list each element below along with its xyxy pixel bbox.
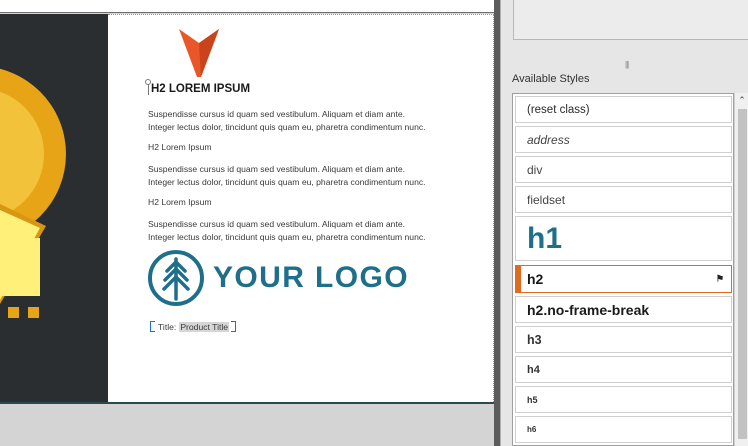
style-item-h2[interactable]: h2 ⚑ — [515, 265, 732, 293]
logo-placeholder[interactable]: YOUR LOGO — [147, 249, 409, 307]
field-bracket-right — [231, 321, 237, 332]
document-page[interactable]: H2 LOREM IPSUM Suspendisse cursus id qua… — [108, 14, 494, 402]
lightbulb-illustration-icon — [0, 68, 66, 318]
available-styles-label: Available Styles — [512, 73, 590, 85]
document-heading[interactable]: H2 LOREM IPSUM — [145, 79, 250, 95]
style-item-h1[interactable]: h1 — [515, 216, 732, 261]
field-bracket-left — [150, 321, 155, 332]
title-label: Title: — [158, 321, 177, 332]
resize-grip-icon[interactable]: ||| — [625, 60, 629, 69]
style-item-div[interactable]: div — [515, 156, 732, 183]
upper-panel — [513, 0, 748, 40]
paragraph-1[interactable]: Suspendisse cursus id quam sed vestibulu… — [148, 108, 478, 134]
styles-sidebar: ||| Available Styles (reset class) addre… — [500, 0, 748, 446]
style-item-address[interactable]: address — [515, 126, 732, 153]
arrowhead-logo-icon — [179, 29, 219, 77]
title-value[interactable]: Product Title — [179, 321, 230, 332]
paragraph-3[interactable]: Suspendisse cursus id quam sed vestibulu… — [148, 218, 478, 244]
paragraph-2[interactable]: Suspendisse cursus id quam sed vestibulu… — [148, 163, 478, 189]
style-item-h6[interactable]: h6 — [515, 416, 732, 443]
styles-list-scrollbar[interactable]: ⌃ — [734, 93, 748, 446]
app-window: H2 LOREM IPSUM Suspendisse cursus id qua… — [0, 0, 748, 446]
style-item-h4[interactable]: h4 — [515, 356, 732, 383]
design-background-panel — [0, 14, 108, 402]
editor-bottom-area — [0, 402, 494, 446]
styles-list[interactable]: (reset class) address div fieldset h1 h2… — [512, 93, 734, 446]
selection-handle[interactable] — [145, 79, 151, 85]
subheading-2[interactable]: H2 Lorem Ipsum — [148, 197, 212, 207]
style-item-reset-class[interactable]: (reset class) — [515, 96, 732, 123]
style-item-h5[interactable]: h5 — [515, 386, 732, 413]
scrollbar-thumb[interactable] — [738, 109, 747, 439]
subheading-1[interactable]: H2 Lorem Ipsum — [148, 142, 212, 152]
style-item-fieldset[interactable]: fieldset — [515, 186, 732, 213]
editor-canvas[interactable]: H2 LOREM IPSUM Suspendisse cursus id qua… — [0, 14, 494, 402]
tree-logo-icon — [148, 250, 204, 306]
scroll-up-arrow-icon[interactable]: ⌃ — [737, 95, 747, 105]
style-item-h2-no-frame-break[interactable]: h2.no-frame-break — [515, 296, 732, 323]
logo-text: YOUR LOGO — [213, 261, 409, 294]
style-item-h3[interactable]: h3 — [515, 326, 732, 353]
title-field[interactable]: Title: Product Title — [150, 321, 237, 332]
pin-icon[interactable]: ⚑ — [716, 274, 724, 285]
